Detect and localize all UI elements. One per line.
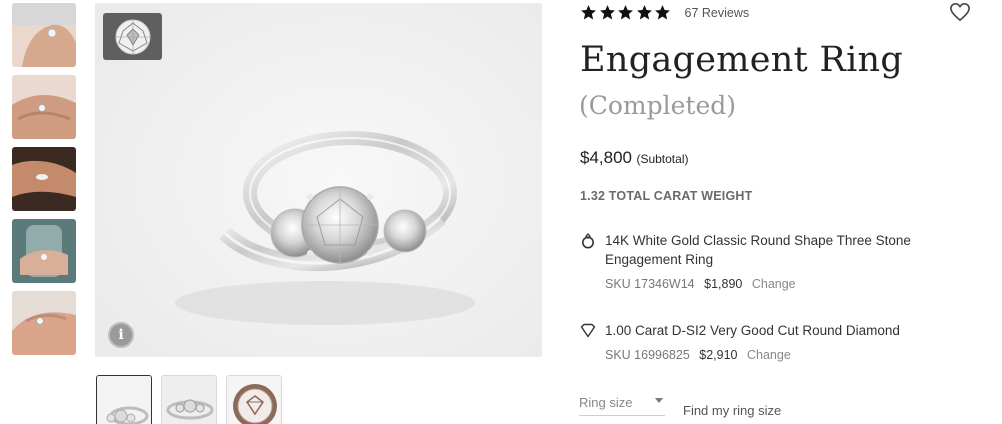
thumbnail-hand-4[interactable]: [12, 219, 76, 283]
thumbnail-hand-2[interactable]: [12, 75, 76, 139]
thumbnail-hand-5[interactable]: [12, 291, 76, 355]
find-ring-size-link[interactable]: Find my ring size: [683, 403, 781, 418]
vertical-thumbnail-list: [12, 3, 76, 363]
ring-illustration: [95, 3, 542, 357]
star-icon: [581, 5, 596, 20]
diamond-meta: SKU 16996825 $2,910 Change: [605, 348, 791, 362]
reviews-link[interactable]: 67 Reviews: [685, 6, 750, 20]
thumbnail-hand-3[interactable]: [12, 147, 76, 211]
main-product-image[interactable]: i: [95, 3, 542, 357]
star-icon: [618, 5, 633, 20]
product-title: Engagement Ring: [580, 40, 904, 80]
thumbnail-ring-angle[interactable]: [96, 375, 152, 424]
product-subtitle: (Completed): [579, 91, 737, 120]
diamond-icon: [115, 19, 150, 54]
chevron-down-icon: [655, 398, 663, 403]
price-amount: $4,800: [580, 148, 632, 167]
setting-meta: SKU 17346W14 $1,890 Change: [605, 277, 796, 291]
change-setting-link[interactable]: Change: [752, 277, 796, 291]
thumbnail-certificate-seal[interactable]: [226, 375, 282, 424]
thumbnail-ring-side[interactable]: [161, 375, 217, 424]
ring-size-select[interactable]: Ring size: [579, 395, 665, 416]
setting-name: 14K White Gold Classic Round Shape Three…: [605, 233, 911, 267]
total-carat-weight: 1.32 TOTAL CARAT WEIGHT: [580, 189, 753, 203]
price-note: (Subtotal): [636, 152, 689, 166]
info-icon[interactable]: i: [108, 322, 134, 348]
star-icon: [599, 5, 615, 20]
horizontal-thumbnail-list: [96, 375, 282, 424]
diamond-price: $2,910: [699, 348, 738, 362]
diamond-icon: [580, 323, 596, 338]
price-block: $4,800 (Subtotal): [580, 148, 688, 168]
setting-price: $1,890: [704, 277, 743, 291]
thumbnail-hand-1[interactable]: [12, 3, 76, 67]
rating-row: 67 Reviews: [580, 4, 749, 21]
ring-size-placeholder: Ring size: [579, 395, 633, 410]
setting-sku: SKU 17346W14: [605, 277, 695, 291]
diamond-sku: SKU 16996825: [605, 348, 690, 362]
change-diamond-link[interactable]: Change: [747, 348, 791, 362]
diamond-view-badge[interactable]: [103, 13, 162, 60]
star-icon: [655, 5, 670, 20]
heart-icon[interactable]: [949, 2, 971, 22]
star-icon: [636, 5, 652, 20]
ring-icon: [582, 233, 594, 249]
diamond-name: 1.00 Carat D-SI2 Very Good Cut Round Dia…: [605, 323, 900, 338]
